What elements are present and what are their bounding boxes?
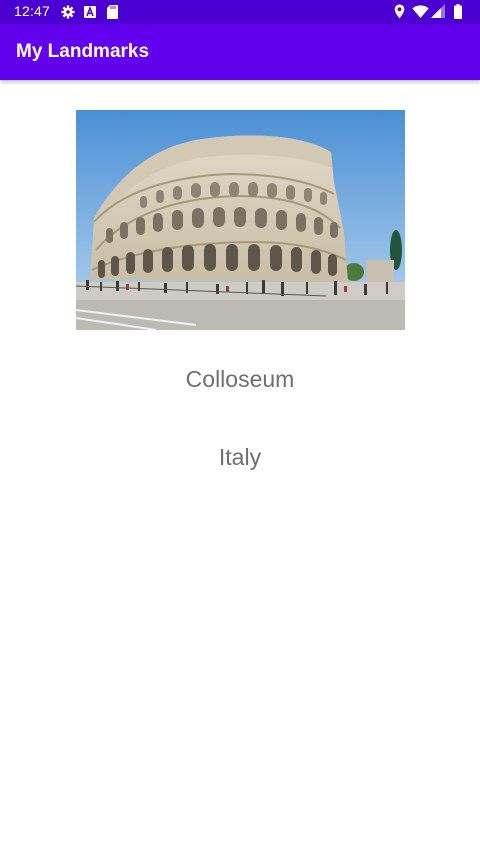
landmark-name: Colloseum [185, 366, 295, 392]
cell-signal-icon [431, 4, 445, 24]
app-title: My Landmarks [16, 41, 150, 62]
status-time: 12:47 [14, 3, 51, 19]
battery-icon [454, 4, 462, 24]
wifi-icon [412, 4, 429, 24]
sd-card-icon [107, 5, 118, 24]
status-right-icons [394, 4, 466, 20]
app-bar: My Landmarks [0, 24, 480, 80]
gear-icon [61, 5, 75, 24]
status-bar: 12:47 [0, 0, 480, 24]
landmark-country: Italy [218, 444, 262, 470]
a-box-icon [84, 5, 96, 24]
location-pin-icon [394, 4, 405, 24]
landmark-image [76, 110, 405, 330]
